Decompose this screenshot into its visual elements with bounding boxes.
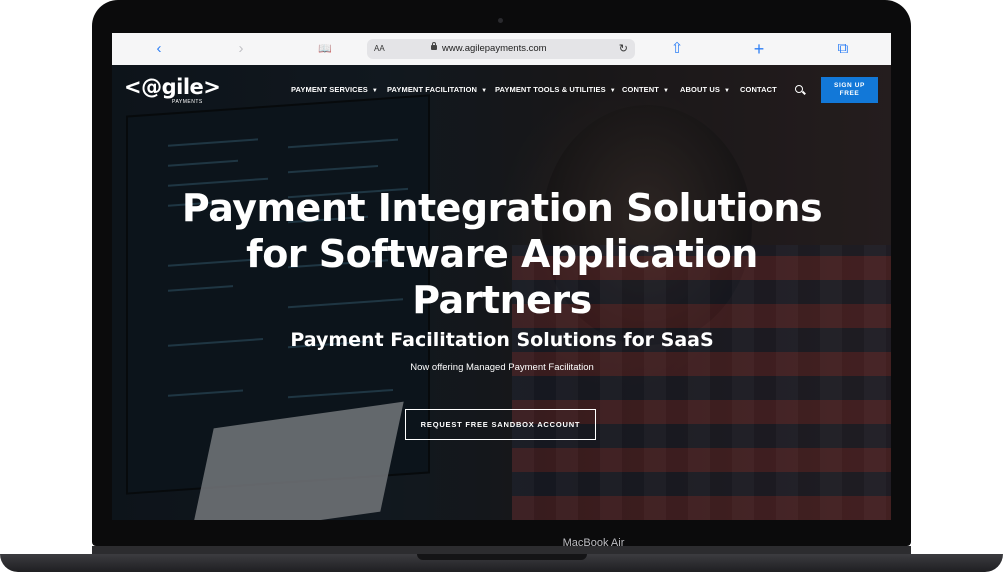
chevron-down-icon: ▼	[723, 88, 731, 94]
hero-section: <@gile> PAYMENTS PAYMENT SERVICES ▼ PAYME…	[112, 65, 891, 520]
bookmarks-icon[interactable]: 📖	[313, 33, 337, 65]
sign-up-button[interactable]: SIGN UP FREE	[821, 77, 878, 103]
browser-toolbar: ‹ › 📖 AA www.agilepayments.com ↻ ⇧ + ⧉	[112, 33, 891, 66]
url-text[interactable]: www.agilepayments.com	[442, 39, 547, 59]
chevron-down-icon: ▼	[371, 88, 378, 94]
address-bar[interactable]: AA www.agilepayments.com ↻	[367, 39, 635, 59]
site-logo-subtitle: PAYMENTS	[172, 99, 203, 105]
nav-about-us[interactable]: ABOUT US ▼	[680, 85, 730, 94]
nav-content[interactable]: CONTENT ▼	[622, 85, 669, 94]
webcam	[498, 18, 503, 23]
chevron-down-icon: ▼	[662, 88, 669, 94]
nav-payment-facilitation[interactable]: PAYMENT FACILITATION ▼	[387, 85, 487, 94]
nav-label: ABOUT US	[680, 85, 720, 94]
tabs-overview-icon[interactable]: ⧉	[831, 33, 855, 65]
chevron-down-icon: ▼	[481, 88, 488, 94]
nav-contact[interactable]: CONTACT	[740, 85, 777, 94]
nav-label: PAYMENT SERVICES	[291, 85, 368, 94]
site-header: <@gile> PAYMENTS PAYMENT SERVICES ▼ PAYME…	[112, 65, 891, 115]
chevron-down-icon: ▼	[609, 88, 616, 94]
site-logo[interactable]: <@gile>	[124, 75, 221, 99]
nav-label: PAYMENT TOOLS & UTILITIES	[495, 85, 606, 94]
search-icon[interactable]	[795, 85, 803, 93]
back-icon[interactable]: ‹	[147, 33, 171, 65]
hero-subheadline: Payment Facilitation Solutions for SaaS	[290, 329, 714, 351]
hero-tagline: Now offering Managed Payment Facilitatio…	[410, 362, 594, 373]
nav-label: PAYMENT FACILITATION	[387, 85, 478, 94]
reader-text-size-button[interactable]: AA	[374, 39, 385, 59]
laptop-screen: ‹ › 📖 AA www.agilepayments.com ↻ ⇧ + ⧉ <…	[112, 33, 891, 520]
share-icon[interactable]: ⇧	[665, 33, 689, 65]
hero-headline: Payment Integration Solutions for Softwa…	[181, 186, 823, 322]
laptop-base: MacBook Air	[0, 537, 1003, 576]
nav-label: CONTENT	[622, 85, 659, 94]
device-model-label: MacBook Air	[562, 537, 625, 549]
nav-payment-services[interactable]: PAYMENT SERVICES ▼	[291, 85, 378, 94]
reload-icon[interactable]: ↻	[619, 39, 628, 59]
nav-label: CONTACT	[740, 85, 777, 94]
request-sandbox-button[interactable]: REQUEST FREE SANDBOX ACCOUNT	[405, 409, 596, 440]
new-tab-icon[interactable]: +	[747, 33, 771, 65]
nav-payment-tools[interactable]: PAYMENT TOOLS & UTILITIES ▼	[495, 85, 616, 94]
lock-icon	[431, 42, 437, 50]
laptop-notch	[417, 554, 587, 560]
laptop-hinge: MacBook Air	[92, 537, 911, 554]
forward-icon[interactable]: ›	[229, 33, 253, 65]
